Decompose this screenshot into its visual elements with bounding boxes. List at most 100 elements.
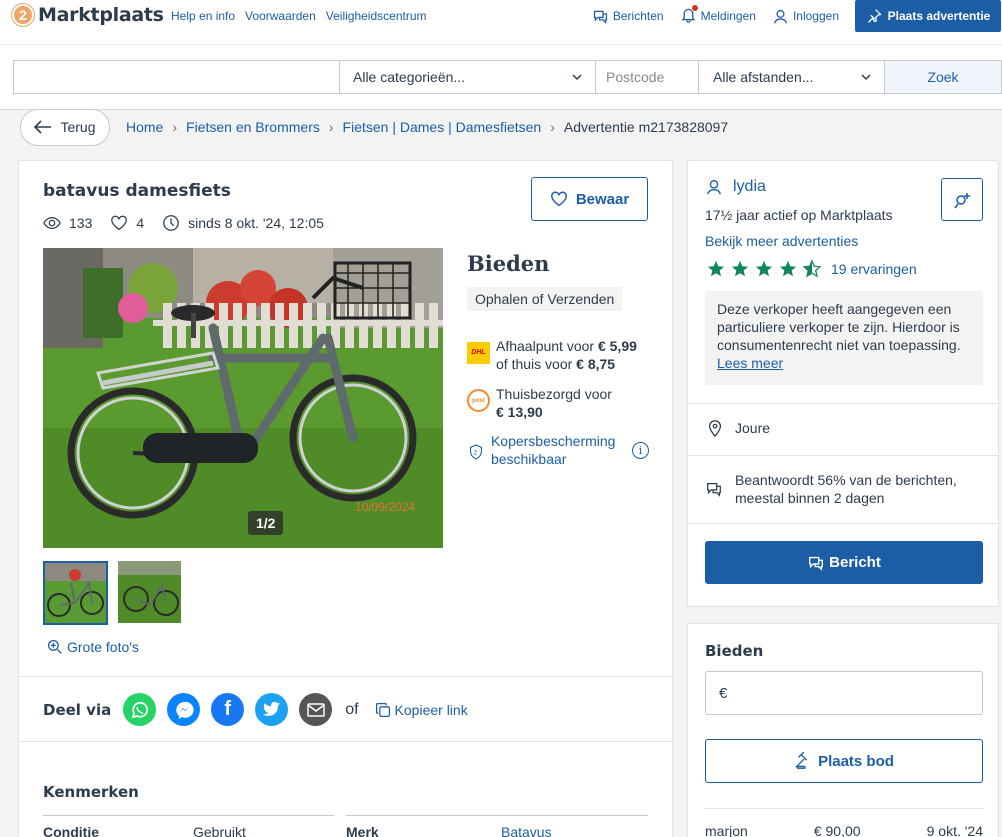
breadcrumb-current: Advertentie m2173828097	[563, 119, 729, 135]
logo-icon: 2	[12, 4, 34, 26]
messenger-icon[interactable]	[167, 693, 201, 726]
response-line-1: Beantwoordt 56% van de berichten,	[735, 472, 957, 488]
more-ads-link[interactable]: Bekijk meer advertenties	[705, 233, 858, 249]
feature-key: Merk	[346, 824, 379, 837]
bid-amount-input[interactable]: €	[705, 671, 983, 715]
marktplaats-logo[interactable]: 2 Marktplaats	[12, 4, 164, 26]
thumbnail-1[interactable]	[43, 561, 108, 625]
seller-membership: 17½ jaar actief op Marktplaats	[705, 207, 893, 223]
buyer-protection-link[interactable]: 2 Kopersbescherming beschikbaar i	[469, 432, 649, 468]
info-icon[interactable]: i	[632, 442, 649, 459]
place-bid-label: Plaats bod	[818, 752, 894, 770]
bid-date: 9 okt. '24	[926, 823, 983, 837]
distance-select[interactable]: Alle afstanden...	[698, 60, 885, 94]
bicycle-photo: 10/09/2024	[43, 248, 443, 548]
save-label: Bewaar	[575, 190, 630, 208]
location-text: Joure	[735, 420, 771, 436]
dhl-logo-icon: DHL	[467, 342, 490, 364]
chevron-right-icon: ›	[328, 119, 334, 135]
safety-link[interactable]: Veiligheidscentrum	[326, 9, 427, 23]
dhl-pickup-price: € 5,99	[597, 338, 637, 354]
terms-link[interactable]: Voorwaarden	[245, 9, 316, 23]
top-navigation: 2 Marktplaats Help en info Voorwaarden V…	[0, 0, 1002, 44]
chevron-right-icon: ›	[550, 119, 555, 135]
notifications-link[interactable]: Meldingen	[680, 5, 756, 26]
features-title: Kenmerken	[43, 783, 139, 801]
postnl-price: € 13,90	[496, 404, 543, 420]
main-photo[interactable]: 10/09/2024 1/2	[43, 248, 443, 548]
reviews-link[interactable]: 19 ervaringen	[831, 261, 917, 277]
category-select[interactable]: Alle categorieën...	[339, 60, 596, 94]
seller-name-link[interactable]: lydia	[705, 178, 766, 196]
location-pin-icon	[708, 420, 722, 437]
logo-text: Marktplaats	[38, 4, 164, 26]
follow-seller-button[interactable]	[941, 178, 983, 221]
private-seller-notice: Deze verkoper heeft aangegeven een parti…	[705, 291, 983, 385]
star-icon	[731, 260, 749, 277]
shield-icon: 2	[470, 444, 482, 460]
thumbnail-image	[45, 563, 106, 623]
share-label: Deel via	[43, 700, 112, 719]
feature-row: Merk Batavus	[346, 815, 648, 837]
copy-link-label: Kopieer link	[394, 701, 468, 718]
chevron-down-icon	[572, 74, 582, 81]
thumbnail-image	[118, 561, 181, 623]
bidder-name: marjon	[705, 823, 748, 837]
large-photos-label: Grote foto's	[67, 639, 139, 655]
half-star-icon	[803, 260, 821, 278]
postcode-input[interactable]: Postcode	[595, 60, 699, 94]
help-link[interactable]: Help en info	[171, 9, 235, 23]
top-right-actions: Berichten Meldingen Inloggen Plaats adve…	[592, 0, 1002, 32]
whatsapp-icon[interactable]	[123, 693, 157, 726]
login-label: Inloggen	[792, 9, 839, 23]
arrow-left-icon	[34, 120, 52, 134]
postnl-shipping-option: post Thuisbezorgd voor € 13,90	[467, 385, 612, 421]
message-button[interactable]: Bericht	[705, 541, 983, 584]
bell-icon	[680, 5, 698, 26]
email-icon[interactable]	[299, 693, 333, 726]
place-ad-label: Plaats advertentie	[887, 9, 991, 23]
back-label: Terug	[60, 119, 96, 135]
star-icon	[755, 260, 773, 277]
distance-value: Alle afstanden...	[713, 69, 814, 85]
postnl-label: Thuisbezorgd voor	[496, 386, 612, 402]
postcode-placeholder: Postcode	[606, 69, 665, 85]
breadcrumb-bikes[interactable]: Fietsen en Brommers	[186, 119, 320, 135]
heart-icon	[550, 191, 567, 207]
photo-date-stamp: 10/09/2024	[355, 500, 415, 514]
twitter-icon[interactable]	[255, 693, 289, 726]
thumbnail-2[interactable]	[118, 561, 183, 625]
save-button[interactable]: Bewaar	[531, 177, 648, 221]
large-photos-link[interactable]: Grote foto's	[47, 639, 139, 655]
search-button[interactable]: Zoek	[884, 60, 1002, 94]
read-more-link[interactable]: Lees meer	[717, 355, 783, 371]
category-value: Alle categorieën...	[353, 69, 466, 85]
divider	[19, 741, 672, 742]
postnl-logo-icon: post	[467, 389, 490, 412]
copy-link-button[interactable]: Kopieer link	[375, 702, 468, 718]
buyer-protection-label: Kopersbescherming beschikbaar	[490, 433, 616, 467]
feature-value-link[interactable]: Batavus	[501, 824, 552, 837]
facebook-icon[interactable]: f	[211, 693, 245, 726]
seller-location: Joure	[707, 419, 770, 437]
follow-icon	[954, 192, 970, 208]
back-button[interactable]: Terug	[20, 108, 110, 146]
divider	[688, 403, 998, 404]
svg-text:2: 2	[474, 449, 478, 456]
chat-icon	[809, 556, 824, 571]
breadcrumb-ladies-bikes[interactable]: Fietsen | Dames | Damesfietsen	[343, 119, 542, 135]
feature-value: Gebruikt	[193, 824, 246, 837]
top-links: Help en info Voorwaarden Veiligheidscent…	[171, 9, 427, 23]
views-stat: 133	[43, 214, 92, 232]
user-icon	[773, 9, 788, 23]
breadcrumb-home[interactable]: Home	[126, 119, 163, 135]
search-input[interactable]	[13, 60, 340, 94]
chevron-down-icon	[861, 74, 871, 81]
place-ad-button[interactable]: Plaats advertentie	[855, 0, 1001, 32]
messages-link[interactable]: Berichten	[592, 8, 664, 25]
response-line-2: meestal binnen 2 dagen	[735, 490, 885, 506]
chat-icon	[593, 10, 607, 24]
place-bid-button[interactable]: Plaats bod	[705, 739, 983, 783]
login-link[interactable]: Inloggen	[772, 8, 839, 25]
bid-amount: € 90,00	[813, 823, 861, 837]
